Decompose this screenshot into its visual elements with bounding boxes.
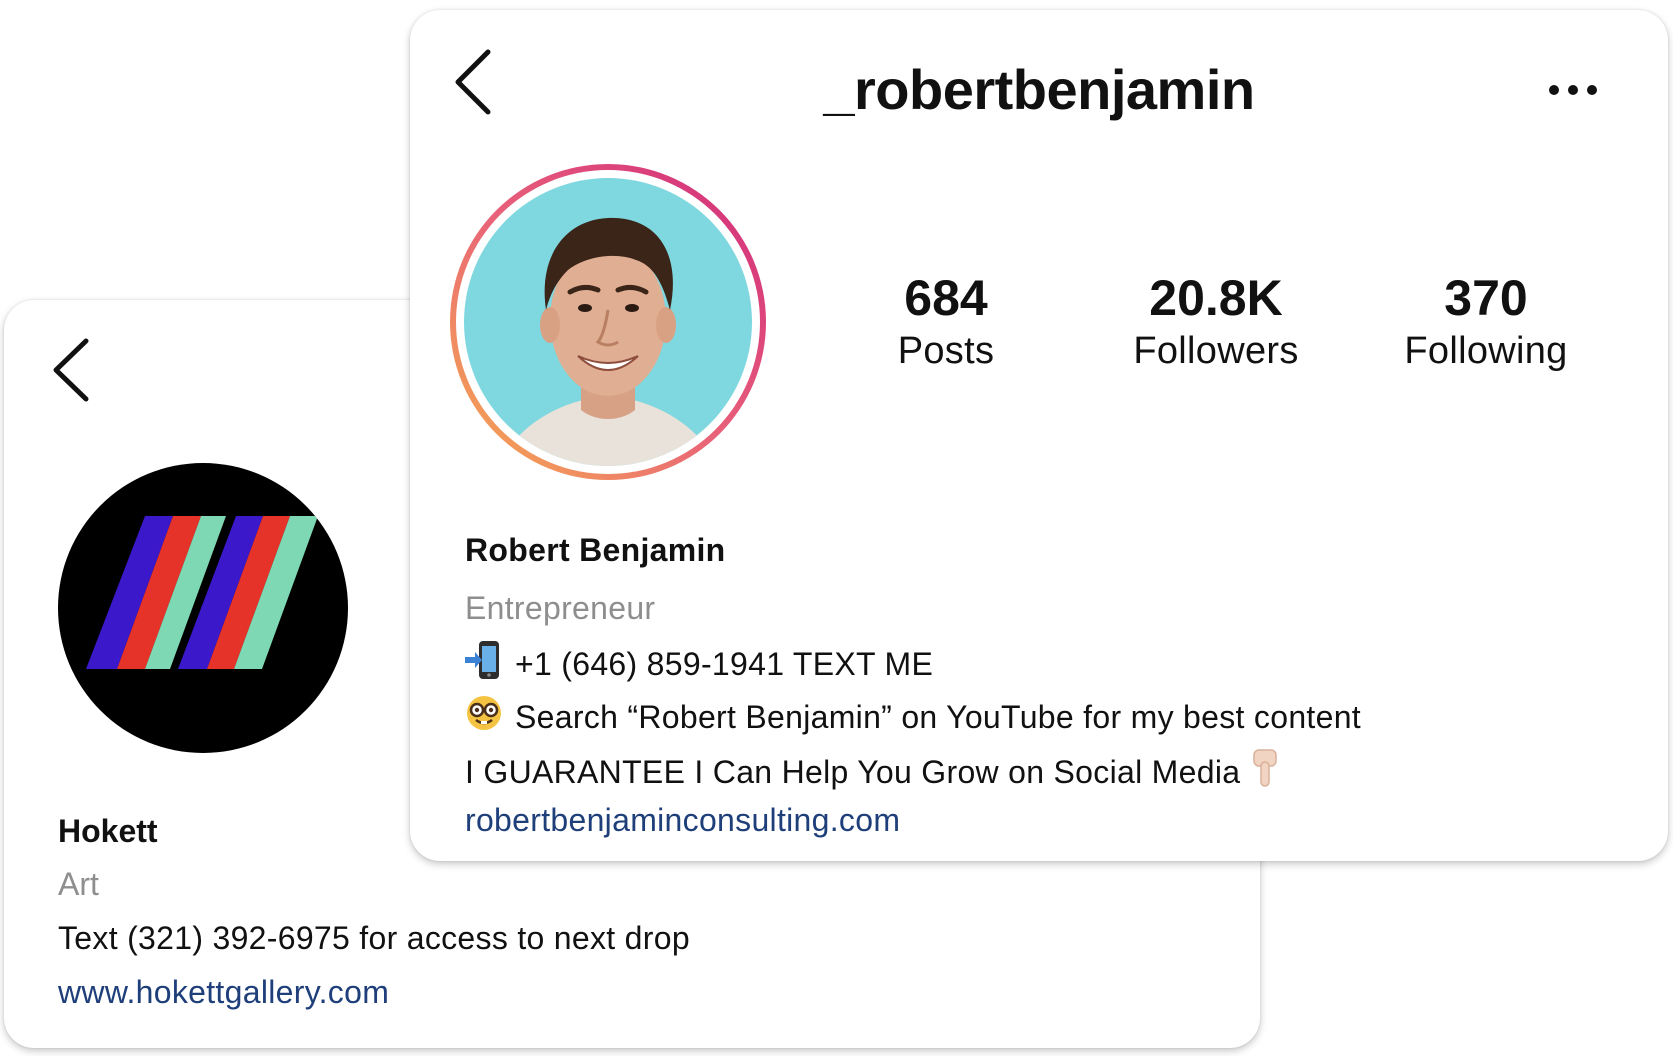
followers-count: 20.8K <box>1149 270 1283 326</box>
posts-count: 684 <box>904 270 988 326</box>
posts-stat[interactable]: 684 Posts <box>816 268 1076 374</box>
profile-category: Entrepreneur <box>465 590 656 626</box>
bio-line-youtube: Search “Robert Benjamin” on YouTube for … <box>465 694 1361 740</box>
posts-label: Posts <box>897 330 995 372</box>
profile-website-link[interactable]: www.hokettgallery.com <box>58 974 389 1011</box>
bio-line-phone: +1 (646) 859-1941 TEXT ME <box>465 640 933 688</box>
pointing-down-hand-icon <box>1250 748 1280 796</box>
following-stat[interactable]: 370 Following <box>1356 268 1616 374</box>
bio-line-guarantee: I GUARANTEE I Can Help You Grow on Socia… <box>465 748 1280 796</box>
bio-text: I GUARANTEE I Can Help You Grow on Socia… <box>465 753 1241 790</box>
profile-name: Robert Benjamin <box>465 532 726 568</box>
bio-text: Search “Robert Benjamin” on YouTube for … <box>515 698 1361 735</box>
followers-label: Followers <box>1133 330 1299 372</box>
robert-profile-card: _robertbenjamin 684 Posts 20.8K Follower… <box>410 10 1668 861</box>
followers-stat[interactable]: 20.8K Followers <box>1086 268 1346 374</box>
profile-bio: Text (321) 392-6975 for access to next d… <box>58 920 690 956</box>
profile-website-link[interactable]: robertbenjaminconsulting.com <box>465 802 900 839</box>
more-options-icon[interactable] <box>1548 82 1598 103</box>
nerd-face-icon <box>465 694 503 740</box>
profile-name: Hokett <box>58 813 158 849</box>
profile-category: Art <box>58 866 99 902</box>
profile-photo-with-story-ring[interactable] <box>446 160 770 484</box>
following-count: 370 <box>1444 270 1528 326</box>
chevron-left-icon[interactable] <box>50 335 92 405</box>
following-label: Following <box>1404 330 1568 372</box>
mobile-phone-arrow-icon <box>465 640 503 688</box>
hokett-avatar[interactable] <box>58 463 348 753</box>
bio-text: +1 (646) 859-1941 TEXT ME <box>515 645 934 682</box>
profile-username: _robertbenjamin <box>823 58 1255 121</box>
